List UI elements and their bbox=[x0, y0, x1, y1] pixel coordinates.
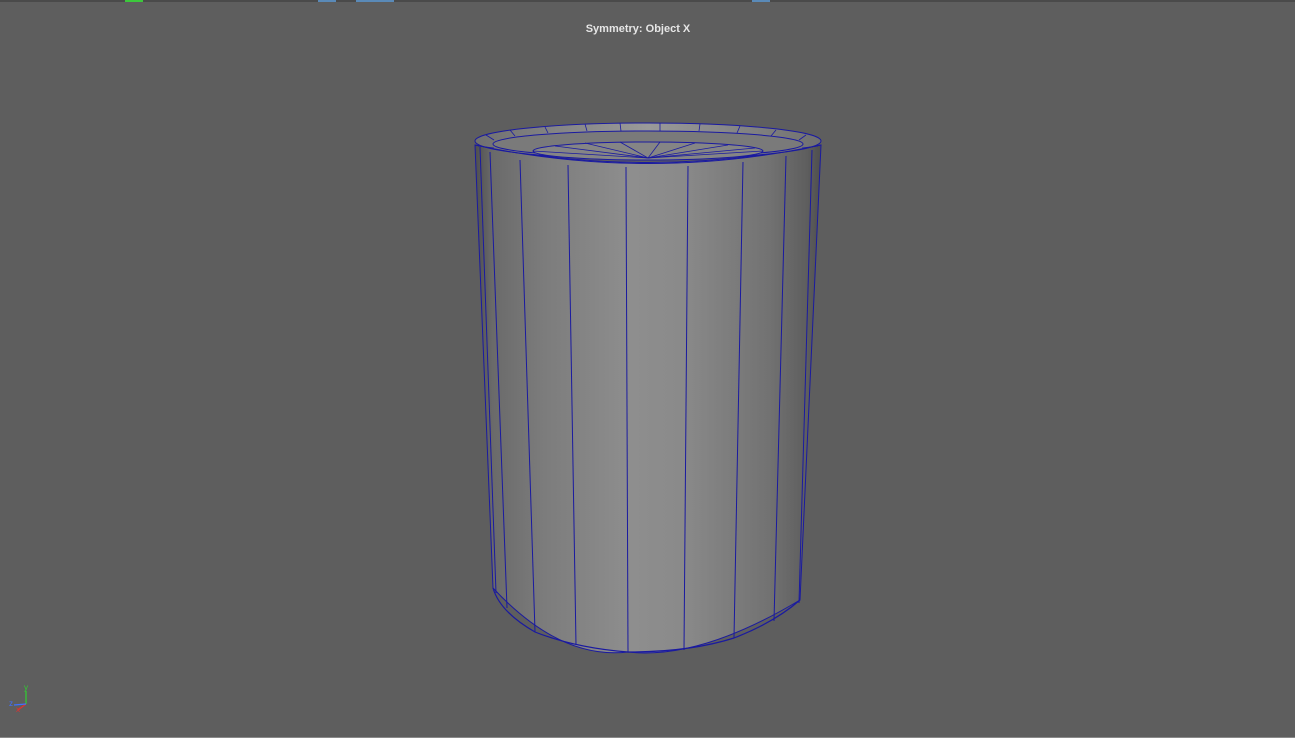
3d-viewport[interactable]: Symmetry: Object X y z x bbox=[0, 0, 1295, 738]
axis-indicator: y z x bbox=[6, 683, 32, 714]
cylinder-inner-cap bbox=[532, 141, 764, 161]
cylinder-mesh[interactable] bbox=[0, 0, 1295, 738]
cylinder-body bbox=[474, 144, 822, 654]
axis-z-label: z bbox=[9, 699, 13, 708]
axis-y-label: y bbox=[24, 683, 28, 692]
axis-x-label: x bbox=[16, 705, 20, 714]
